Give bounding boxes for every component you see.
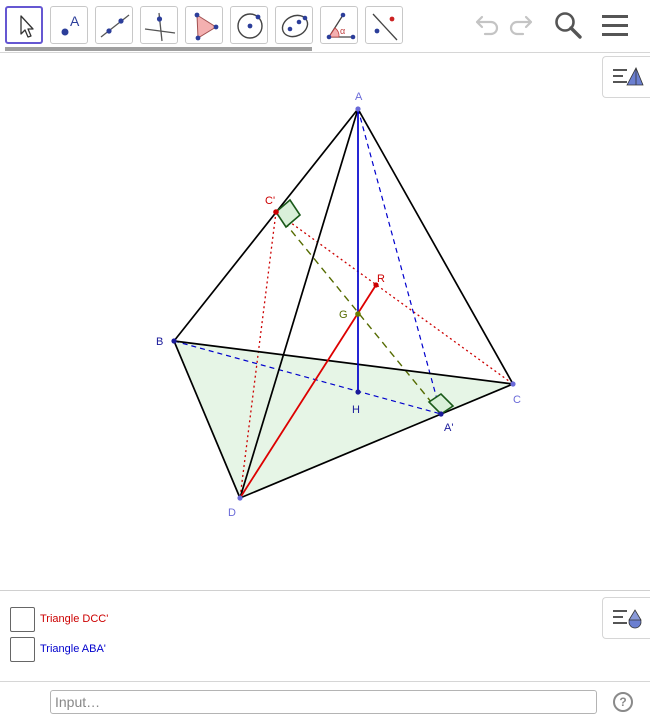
perpendicular-line-icon bbox=[144, 12, 176, 42]
point-c1[interactable] bbox=[273, 209, 279, 215]
toolbar-scroll-indicator bbox=[5, 47, 312, 51]
algebra-style-bar-icon bbox=[613, 609, 642, 629]
algebra-item-triangle-aba[interactable]: Triangle ABA' bbox=[10, 637, 310, 665]
point-b[interactable] bbox=[171, 338, 177, 344]
tool-angle[interactable]: α bbox=[320, 6, 358, 44]
search-button[interactable] bbox=[551, 8, 585, 42]
label-h: H bbox=[352, 404, 360, 416]
label-c1: C' bbox=[265, 195, 275, 207]
algebra-divider bbox=[0, 590, 650, 591]
undo-icon bbox=[475, 15, 499, 36]
base-triangle-fill bbox=[174, 341, 513, 498]
redo-button[interactable] bbox=[505, 8, 539, 42]
edge-ac bbox=[357, 108, 514, 385]
algebra-item-label: Triangle ABA' bbox=[40, 643, 106, 655]
command-input[interactable] bbox=[51, 691, 596, 713]
label-r: R bbox=[377, 273, 385, 285]
visibility-checkbox[interactable] bbox=[10, 637, 35, 662]
algebra-view: Triangle DCC' Triangle ABA' bbox=[0, 597, 650, 681]
point-icon: A bbox=[61, 13, 80, 36]
search-icon bbox=[555, 12, 582, 39]
tool-move[interactable] bbox=[5, 6, 43, 44]
tool-perpendicular[interactable] bbox=[140, 6, 178, 44]
point-a1[interactable] bbox=[438, 411, 444, 417]
point-g[interactable] bbox=[355, 311, 361, 317]
graphics-style-bar-icon bbox=[613, 67, 644, 86]
undo-button[interactable] bbox=[469, 8, 503, 42]
line-through-two-points-icon bbox=[100, 14, 130, 38]
tool-circle[interactable] bbox=[230, 6, 268, 44]
tool-point[interactable]: A bbox=[50, 6, 88, 44]
label-d: D bbox=[228, 507, 236, 519]
main-menu-button[interactable] bbox=[598, 8, 632, 42]
tool-polygon[interactable] bbox=[185, 6, 223, 44]
algebra-style-bar-toggle[interactable] bbox=[602, 597, 650, 639]
svg-text:α: α bbox=[340, 26, 345, 36]
label-c: C bbox=[513, 394, 521, 406]
graphics-view[interactable]: A B C D C' R G H A' bbox=[0, 53, 650, 590]
tool-reflect[interactable] bbox=[365, 6, 403, 44]
algebra-item-label: Triangle DCC' bbox=[40, 613, 109, 625]
point-d[interactable] bbox=[237, 495, 243, 501]
angle-icon: α bbox=[326, 12, 356, 40]
hamburger-menu-icon bbox=[602, 15, 628, 36]
visibility-checkbox[interactable] bbox=[10, 607, 35, 632]
redo-icon bbox=[509, 15, 533, 36]
help-button[interactable]: ? bbox=[613, 692, 633, 712]
input-bar[interactable] bbox=[50, 690, 597, 714]
right-angle-marker-c1 bbox=[274, 198, 302, 229]
geometry-canvas[interactable]: A B C D C' R G H A' bbox=[0, 53, 650, 590]
tool-line[interactable] bbox=[95, 6, 133, 44]
ellipse-icon bbox=[281, 14, 309, 38]
polygon-icon bbox=[194, 12, 219, 41]
label-a: A bbox=[355, 91, 363, 103]
algebra-item-triangle-dcc[interactable]: Triangle DCC' bbox=[10, 607, 310, 635]
label-b: B bbox=[156, 336, 163, 348]
point-h[interactable] bbox=[355, 389, 361, 395]
edge-ab bbox=[173, 108, 359, 342]
point-c[interactable] bbox=[510, 381, 516, 387]
arrow-cursor-icon bbox=[20, 15, 34, 38]
input-divider bbox=[0, 681, 650, 682]
graphics-style-bar-toggle[interactable] bbox=[602, 56, 650, 98]
point-a[interactable] bbox=[355, 106, 361, 112]
label-a1: A' bbox=[444, 422, 453, 434]
circle-center-point-icon bbox=[237, 13, 263, 39]
reflect-about-line-icon bbox=[372, 13, 398, 41]
label-g: G bbox=[339, 309, 348, 321]
tool-conic[interactable] bbox=[275, 6, 313, 44]
svg-text:A: A bbox=[70, 13, 80, 29]
toolbar: A α bbox=[0, 0, 650, 52]
